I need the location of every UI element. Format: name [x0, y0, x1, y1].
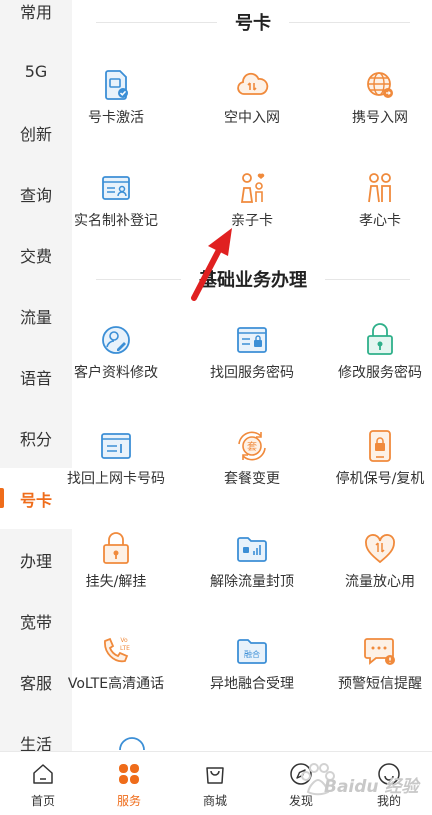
app-screen: 常用 5G 创新 查询 交费 流量 语音 积分 号卡 办理 宽带 客服 生活 号… [0, 0, 432, 815]
divider [96, 278, 181, 280]
shopping-bag-icon [206, 767, 224, 784]
tab-label: 首页 [30, 794, 55, 808]
service-item-realname-register[interactable]: 实名制补登记 [56, 170, 176, 250]
service-item-volte-call[interactable]: Vo LTE VoLTE高清通话 [56, 633, 176, 713]
divider [325, 278, 410, 280]
service-label: 空中入网 [224, 110, 280, 126]
service-label: 预警短信提醒 [338, 676, 422, 692]
profile-edit-icon [102, 326, 130, 354]
service-label: 号卡激活 [88, 110, 144, 126]
package-change-icon: 套 [238, 431, 266, 461]
sidebar-item-label: 语音 [19, 368, 52, 388]
sim-activate-icon [105, 70, 128, 100]
divider [96, 21, 217, 23]
sidebar-item-changyong[interactable]: 常用 [0, 0, 72, 41]
service-label: 携号入网 [352, 110, 408, 126]
grid-icon [119, 764, 139, 784]
tab-label: 商城 [202, 794, 227, 808]
sidebar-item-label: 宽带 [19, 612, 52, 632]
tab-mall[interactable]: 商城 [172, 752, 258, 815]
service-label: 找回上网卡号码 [67, 471, 165, 487]
sms-alert-icon [364, 638, 395, 665]
service-label: 实名制补登记 [74, 213, 158, 229]
sidebar-item-label: 常用 [19, 2, 52, 22]
globe-icon [367, 72, 393, 98]
sidebar-item-label: 生活 [19, 734, 52, 752]
service-label: 找回服务密码 [210, 365, 294, 381]
service-label: 解除流量封顶 [210, 574, 294, 590]
home-icon [33, 764, 53, 784]
service-item-number-portability[interactable]: 携号入网 [320, 67, 432, 147]
sidebar-item-label: 5G [24, 62, 48, 81]
heart-data-icon [365, 534, 395, 564]
password-window-icon [237, 327, 267, 353]
parent-child-icon [240, 173, 265, 203]
service-item-parent-child-card[interactable]: 亲子卡 [192, 170, 312, 250]
tab-service[interactable]: 服务 [86, 752, 172, 815]
watermark-text: Baidu 经验 [324, 777, 419, 797]
service-item-worry-free-data[interactable]: 流量放心用 [320, 531, 432, 611]
section-title: 基础业务办理 [199, 270, 307, 291]
sidebar-item-label: 流量 [19, 307, 52, 327]
cloud-icon [237, 72, 269, 95]
sidebar-item-label: 办理 [19, 551, 52, 571]
service-item-filial-card[interactable]: 孝心卡 [320, 170, 432, 250]
phone-lock-icon [369, 430, 391, 462]
sidebar-item-label: 客服 [19, 673, 52, 693]
service-label: 孝心卡 [359, 213, 401, 229]
sidebar-item-label: 号卡 [19, 490, 52, 510]
service-item-package-change[interactable]: 套 套餐变更 [192, 428, 312, 508]
divider [289, 21, 410, 23]
service-label: 亲子卡 [231, 213, 273, 229]
sidebar-item-label: 查询 [19, 185, 52, 205]
service-item-profile-edit[interactable]: 客户资料修改 [56, 322, 176, 402]
volte-phone-icon: Vo LTE [104, 637, 130, 663]
section-header-basic: 基础业务办理 [96, 267, 410, 291]
padlock-icon [103, 532, 129, 564]
service-item-retrieve-card-number[interactable]: 找回上网卡号码 [56, 428, 176, 508]
service-label: 异地融合受理 [210, 676, 294, 692]
card-window-icon [101, 433, 131, 459]
service-item-sim-activate[interactable]: 号卡激活 [56, 67, 176, 147]
service-label: 停机保号/复机 [335, 471, 425, 487]
service-label: 流量放心用 [345, 574, 415, 590]
svg-text:套: 套 [247, 440, 257, 453]
lock-key-icon [367, 323, 393, 355]
service-label: 套餐变更 [224, 471, 280, 487]
sidebar-item-shenghuo[interactable]: 生活 [0, 712, 72, 752]
elderly-couple-icon [368, 173, 391, 203]
sidebar-item-label: 交费 [19, 246, 52, 266]
tab-label: 服务 [116, 794, 141, 808]
svg-text:Vo: Vo [120, 637, 128, 644]
service-label: VoLTE高清通话 [67, 676, 165, 692]
service-item-suspend-resume[interactable]: 停机保号/复机 [320, 428, 432, 508]
service-item-report-loss[interactable]: 挂失/解挂 [56, 531, 176, 611]
service-item-air-network[interactable]: 空中入网 [192, 67, 312, 147]
sidebar-item-label: 创新 [19, 124, 52, 144]
service-item-remote-merge[interactable]: 融合 异地融合受理 [192, 633, 312, 713]
sidebar-item-label: 积分 [19, 429, 52, 449]
service-item-remove-data-cap[interactable]: 解除流量封顶 [192, 531, 312, 611]
section-header-haoka: 号卡 [96, 10, 410, 34]
service-label: 修改服务密码 [338, 365, 422, 381]
partial-service-icon [119, 737, 145, 751]
tab-home[interactable]: 首页 [0, 752, 86, 815]
service-item-retrieve-password[interactable]: 找回服务密码 [192, 322, 312, 402]
data-folder-icon [237, 537, 267, 562]
service-label: 挂失/解挂 [85, 574, 147, 590]
svg-text:LTE: LTE [120, 645, 130, 652]
service-label: 客户资料修改 [74, 365, 158, 381]
svg-text:融合: 融合 [244, 649, 260, 659]
service-item-change-password[interactable]: 修改服务密码 [320, 322, 432, 402]
service-item-sms-alert[interactable]: 预警短信提醒 [320, 633, 432, 713]
id-card-icon [102, 176, 130, 200]
section-title: 号卡 [235, 13, 271, 34]
merge-folder-icon: 融合 [237, 639, 267, 664]
